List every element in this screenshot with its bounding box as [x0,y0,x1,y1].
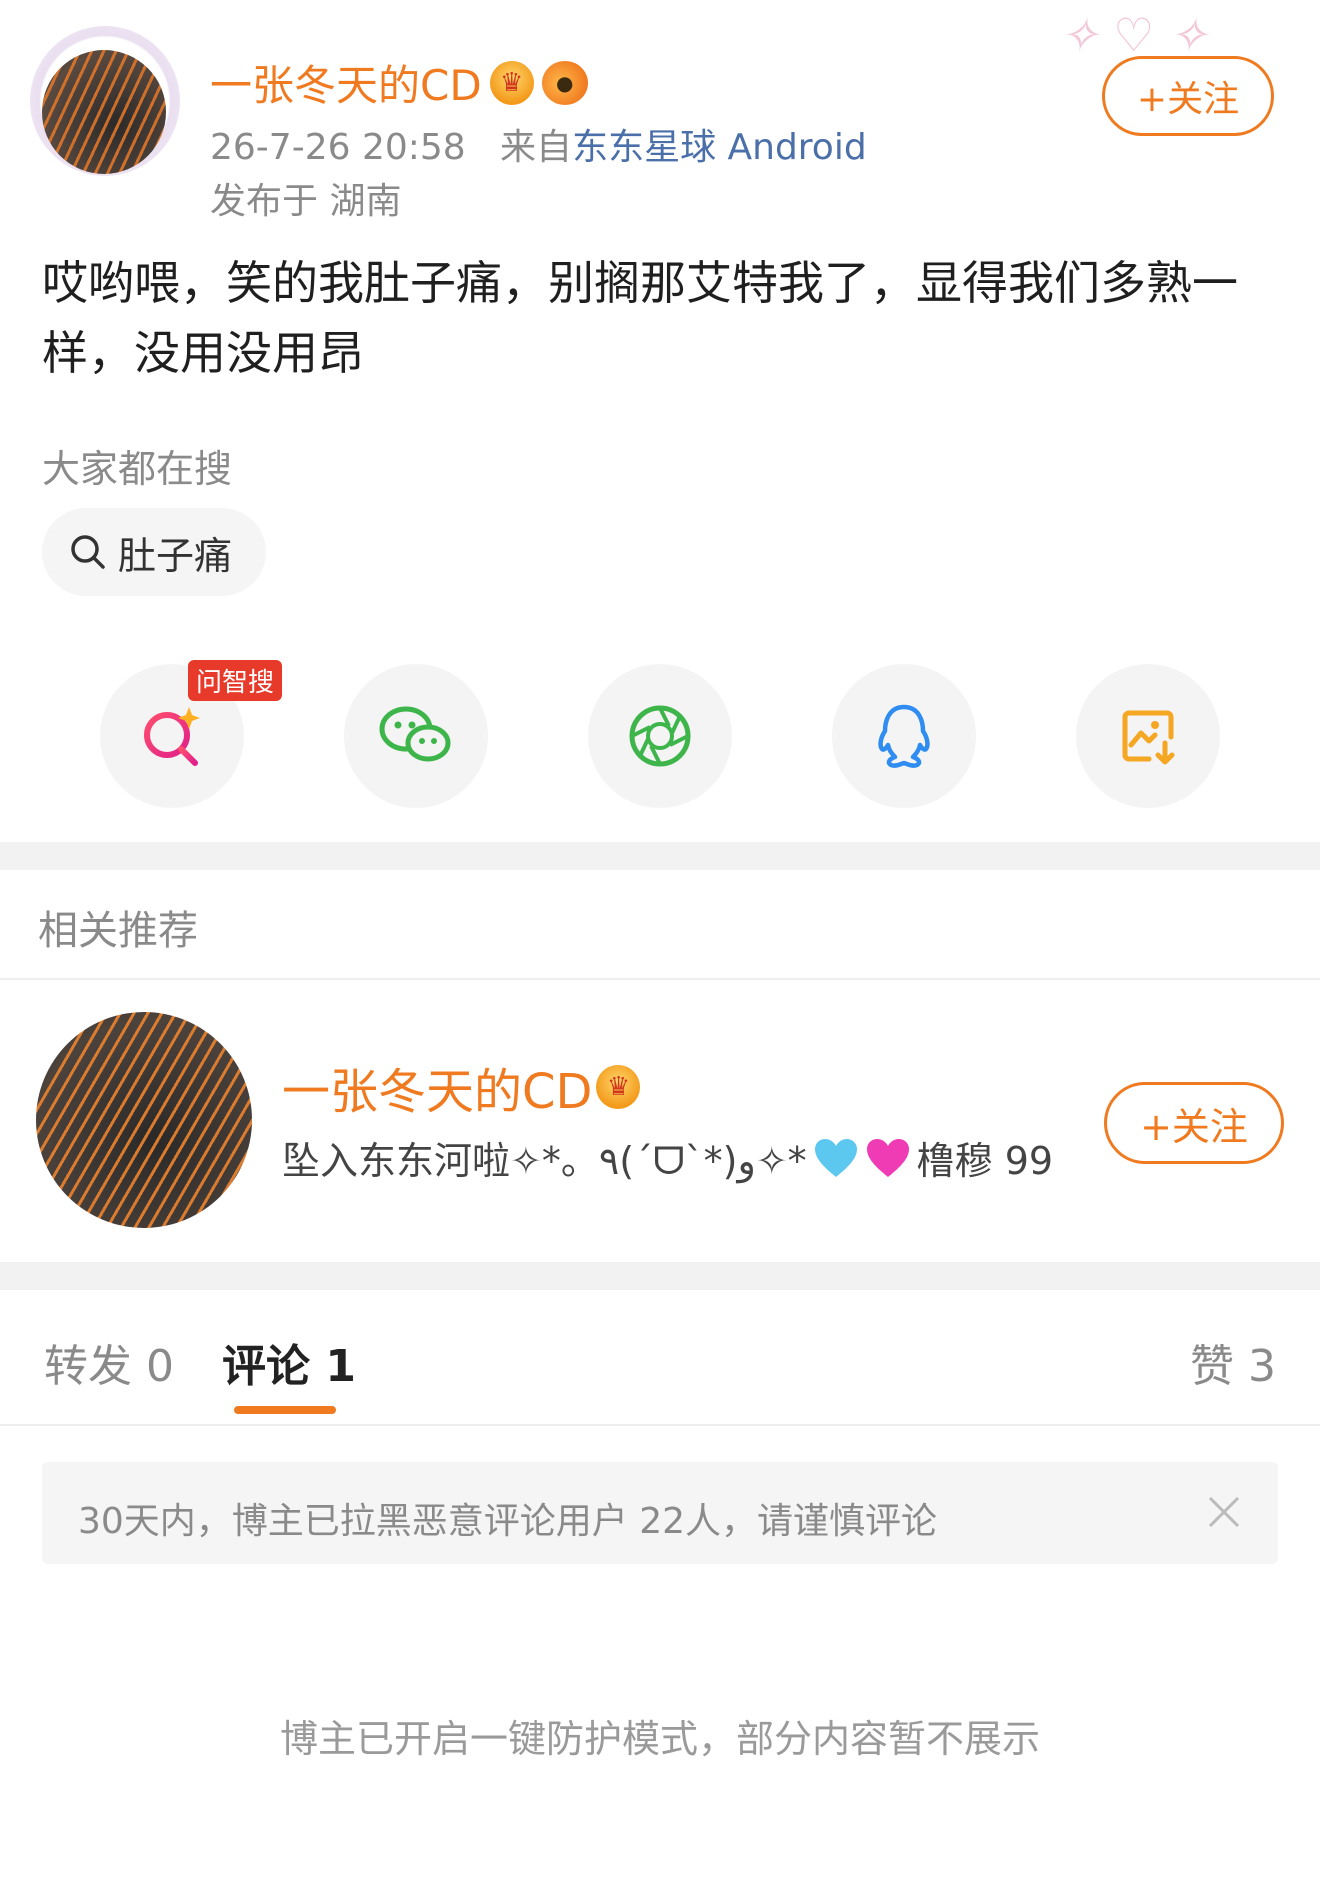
trending-search-chip[interactable]: 肚子痛 [42,508,266,596]
location: 发布于 湖南 [210,181,402,222]
related-title: 相关推荐 [38,908,198,954]
recommended-follow-button[interactable]: +关注 [1104,1082,1284,1164]
post-meta: 26-7-26 20:58 来自东东星球 Android [210,118,867,170]
recommended-user-bio: 坠入东东河啦✧*。٩(ˊᗜˋ*)و✧* 橹穆 99 [282,1130,1053,1185]
username-row[interactable]: 一张冬天的CD ♛ ● [210,52,588,113]
tab-repost[interactable]: 转发 0 [44,1330,174,1394]
trending-chip-label: 肚子痛 [118,533,233,578]
blue-heart-icon [814,1138,857,1177]
source-prefix: 来自 [500,127,573,168]
save-image-icon [1122,710,1175,765]
timestamp: 26-7-26 20:58 [210,127,466,168]
moments-icon [629,705,691,767]
fish-badge-icon: ● [541,60,588,105]
qq-icon [878,704,930,768]
protection-mode-message: 博主已开启一键防护模式，部分内容暂不展示 [279,1717,1040,1761]
wechat-icon [379,706,451,762]
save-image-button[interactable] [1076,664,1220,808]
username[interactable]: 一张冬天的CD [210,52,482,113]
post-text: 哎哟喂，笑的我肚子痛，别搁那艾特我了，显得我们多熟一样，没用没用昂 [42,256,1238,380]
recommended-user-name-row[interactable]: 一张冬天的CD ♛ [282,1052,641,1122]
divider [0,978,1320,980]
source-link[interactable]: 东东星球 Android [572,127,867,168]
active-tab-indicator [234,1406,336,1414]
wechat-share-button[interactable] [344,664,488,808]
tab-like[interactable]: 赞 3 [1190,1330,1276,1394]
section-divider [0,1262,1320,1290]
avatar[interactable] [42,50,166,174]
recommended-user-avatar[interactable] [36,1012,252,1228]
search-icon [71,535,105,569]
crown-badge-icon: ♛ [489,60,534,105]
tab-comment[interactable]: 评论 1 [222,1330,356,1394]
divider [0,1424,1320,1426]
section-divider [0,842,1320,870]
ai-search-icon [144,707,200,766]
follow-button[interactable]: +关注 [1102,56,1274,136]
comment-warning-text: 30天内，博主已拉黑恶意评论用户 22人，请谨慎评论 [78,1501,938,1542]
bio-text: 坠入东东河啦✧*。٩(ˊᗜˋ*)و✧* [282,1139,807,1183]
qq-share-button[interactable] [832,664,976,808]
recommended-user-name[interactable]: 一张冬天的CD [282,1052,592,1122]
trending-label: 大家都在搜 [42,447,233,491]
bio-suffix: 橹穆 99 [916,1139,1054,1183]
close-icon[interactable] [1204,1492,1244,1532]
ai-search-tag: 问智搜 [188,660,283,701]
pink-heart-icon [866,1138,909,1177]
moments-share-button[interactable] [588,664,732,808]
crown-badge-icon: ♛ [596,1065,641,1109]
